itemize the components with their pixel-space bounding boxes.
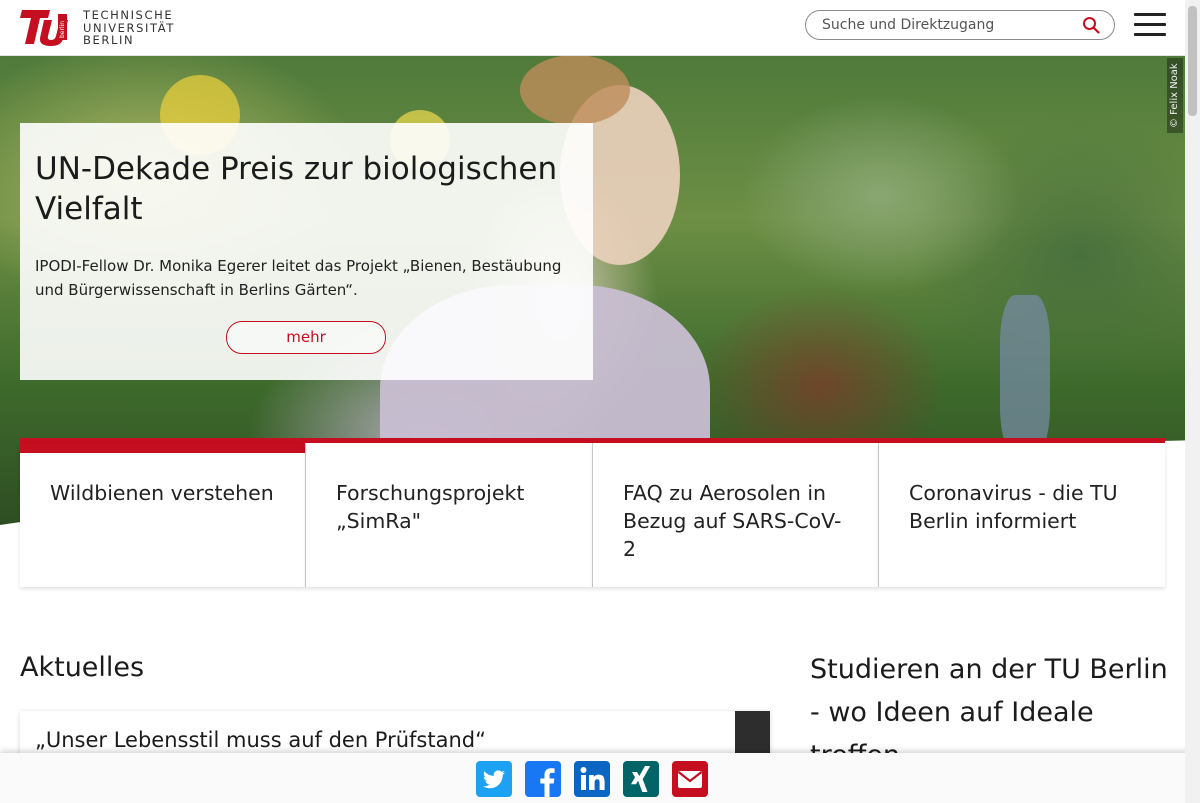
logo-badge-text: berlin [59,21,66,38]
hero-text: IPODI-Fellow Dr. Monika Egerer leitet da… [35,257,562,299]
hero-person-bg-shape [1000,295,1050,455]
email-icon[interactable] [672,761,708,797]
feature-card[interactable]: FAQ zu Aerosolen in Bezug auf SARS-CoV-2 [593,443,879,587]
photo-credit: © Felix Noak [1167,58,1183,133]
search-box [805,10,1115,40]
feature-card-title: FAQ zu Aerosolen in Bezug auf SARS-CoV-2 [623,481,842,561]
share-bar [0,753,1200,803]
hero-teaser-box: UN-Dekade Preis zur biologischen Vielfal… [20,123,593,380]
feature-card-title: Wildbienen verstehen [50,481,274,505]
photo-credit-text: © Felix Noak [1169,63,1180,128]
twitter-icon[interactable] [476,761,512,797]
more-button[interactable]: mehr [226,321,386,354]
feature-cards: Wildbienen verstehen Forschungsprojekt „… [20,438,1165,587]
hamburger-menu-icon[interactable] [1134,13,1166,39]
logo-line-3: BERLIN [83,33,135,47]
facebook-icon[interactable] [525,761,561,797]
news-item-title: „Unser Lebensstil muss auf den Prüfstand… [35,728,486,752]
feature-card[interactable]: Coronavirus - die TU Berlin informiert [879,443,1165,587]
xing-icon[interactable] [623,761,659,797]
search-input[interactable] [822,15,1072,35]
hero-title: UN-Dekade Preis zur biologischen Vielfal… [35,151,558,227]
feature-card-title: Coronavirus - die TU Berlin informiert [909,481,1118,533]
search-icon[interactable] [1082,16,1100,34]
news-section-title: Aktuelles [20,652,145,683]
scrollbar-thumb[interactable] [1188,6,1197,116]
hero-hair-shape [520,55,630,125]
page-scrollbar[interactable] [1185,0,1200,803]
site-header: berlin TECHNISCHE UNIVERSITÄT BERLIN [0,0,1200,56]
logo-line-1: TECHNISCHE [83,8,174,22]
tu-berlin-logo[interactable]: berlin [20,8,68,46]
feature-card[interactable]: Wildbienen verstehen [20,443,306,587]
feature-card[interactable]: Forschungsprojekt „SimRa" [306,443,593,587]
logo-wordmark[interactable]: TECHNISCHE UNIVERSITÄT BERLIN [83,9,175,47]
feature-card-title: Forschungsprojekt „SimRa" [336,481,525,533]
linkedin-icon[interactable] [574,761,610,797]
